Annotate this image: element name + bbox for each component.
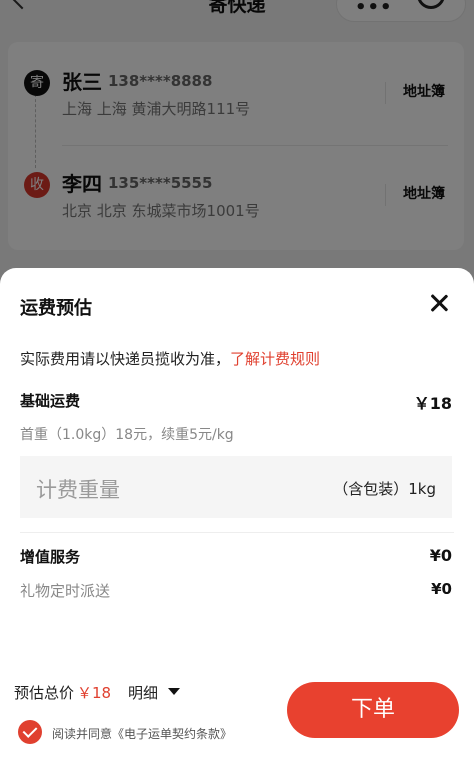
fee-note: 实际费用请以快递员揽收为准，了解计费规则: [20, 348, 320, 369]
detail-toggle[interactable]: 明细: [128, 682, 158, 703]
divider: [20, 532, 454, 533]
value-added-label: 增值服务: [20, 548, 81, 566]
close-icon[interactable]: [428, 292, 450, 314]
place-order-button[interactable]: 下单: [287, 682, 459, 738]
base-fee-detail: 首重（1.0kg）18元，续重5元/kg: [20, 427, 234, 443]
billing-weight-field[interactable]: 计费重量 （含包装）1kg: [20, 456, 452, 518]
estimated-total: 预估总价 ￥18: [14, 682, 111, 703]
estimated-total-label: 预估总价: [14, 684, 75, 702]
agreement-checkbox[interactable]: [18, 720, 42, 744]
caret-down-icon[interactable]: [168, 688, 180, 695]
sheet-title: 运费预估: [20, 298, 92, 319]
fee-note-text: 实际费用请以快递员揽收为准，: [20, 350, 231, 368]
gift-delivery-label: 礼物定时派送: [20, 582, 111, 600]
agreement-text[interactable]: 阅读并同意《电子运单契约条款》: [52, 725, 232, 742]
fee-rule-link[interactable]: 了解计费规则: [230, 350, 320, 368]
base-fee-value: ￥18: [413, 394, 452, 413]
base-fee-label: 基础运费: [20, 392, 81, 410]
billing-weight-placeholder: 计费重量: [36, 478, 120, 502]
gift-delivery-value: ¥0: [431, 580, 452, 598]
value-added-value: ¥0: [429, 546, 452, 565]
estimated-total-price: ￥18: [77, 684, 112, 702]
billing-weight-value: （含包装）1kg: [333, 480, 436, 498]
fee-estimate-sheet: 运费预估 实际费用请以快递员揽收为准，了解计费规则 基础运费 ￥18 首重（1.…: [0, 268, 474, 783]
